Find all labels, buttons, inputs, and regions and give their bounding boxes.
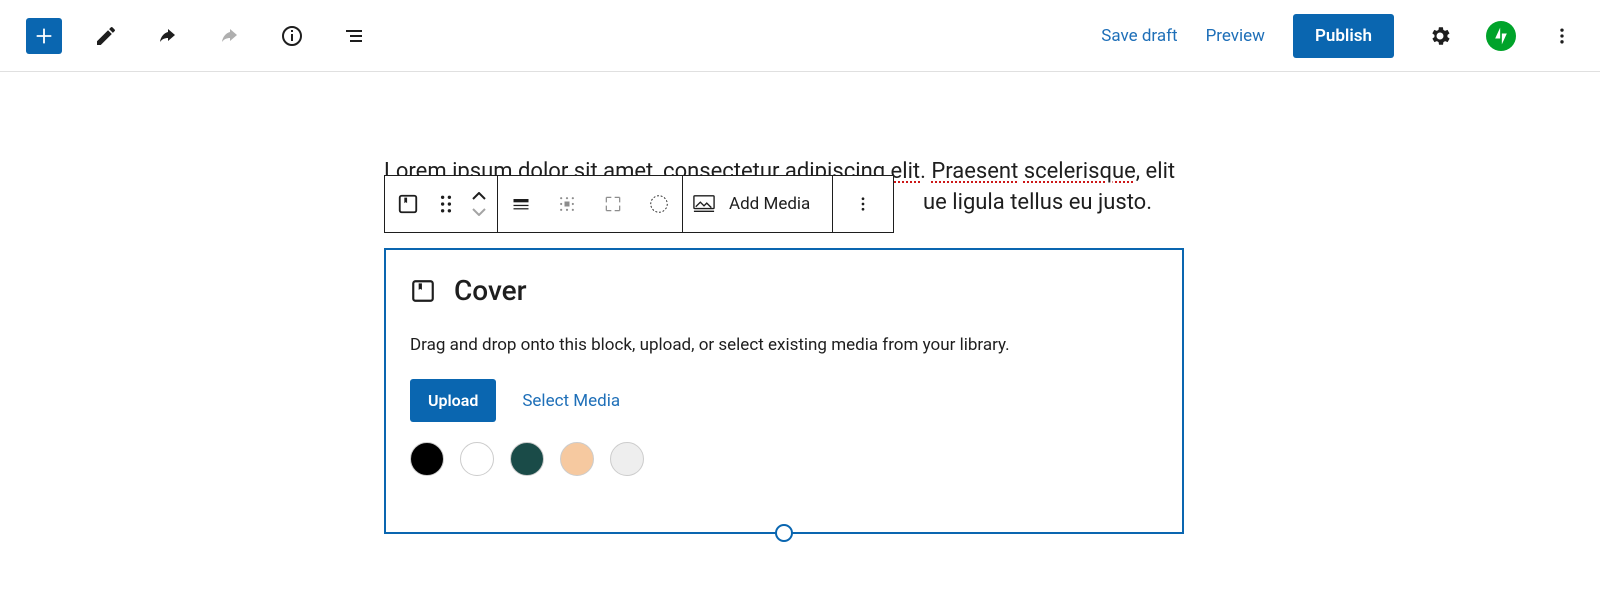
duotone-icon [648,193,670,215]
paragraph-block-line2: ue ligula tellus eu justo. [923,190,1152,215]
undo-button[interactable] [150,18,186,54]
move-buttons [461,176,497,232]
topbar-right: Save draft Preview Publish [1101,14,1580,58]
resize-handle[interactable] [775,524,793,542]
save-draft-button[interactable]: Save draft [1101,26,1177,46]
color-swatch[interactable] [560,442,594,476]
text: . [920,159,931,184]
cover-actions: Upload Select Media [410,379,1158,422]
block-toolbar: Add Media [384,175,894,233]
color-swatches [410,442,1158,476]
info-icon [280,24,304,48]
info-button[interactable] [274,18,310,54]
cover-block-icon [397,193,419,215]
publish-button[interactable]: Publish [1293,14,1394,58]
drag-icon [439,195,453,213]
add-media-label: Add Media [729,194,810,214]
fullheight-button[interactable] [590,176,636,232]
jetpack-icon [1491,26,1511,46]
media-icon [693,194,715,214]
fullheight-icon [603,194,623,214]
drag-handle[interactable] [431,176,461,232]
jetpack-button[interactable] [1486,21,1516,51]
outline-icon [342,24,366,48]
chevron-up-icon[interactable] [472,192,486,200]
color-swatch[interactable] [410,442,444,476]
block-type-button[interactable] [385,176,431,232]
add-media-button[interactable]: Add Media [683,176,832,232]
topbar-left [26,18,372,54]
cover-header: Cover [410,274,1158,307]
more-options-button[interactable] [1544,18,1580,54]
color-swatch[interactable] [460,442,494,476]
preview-button[interactable]: Preview [1206,26,1265,46]
edit-button[interactable] [88,18,124,54]
pencil-icon [94,24,118,48]
redo-icon [218,24,242,48]
color-swatch[interactable] [510,442,544,476]
kebab-icon [854,195,872,213]
editor-topbar: Save draft Preview Publish [0,0,1600,72]
kebab-icon [1552,26,1572,46]
outline-button[interactable] [336,18,372,54]
align-icon [511,194,531,214]
misspelling: Praesent [931,159,1018,184]
misspelling: elit [891,159,921,184]
chevron-down-icon[interactable] [472,208,486,216]
cover-title: Cover [454,274,527,307]
editor-canvas: Lorem ipsum dolor sit amet, consectetur … [0,72,1600,86]
block-more-button[interactable] [833,176,893,232]
content-position-button[interactable] [544,176,590,232]
select-media-button[interactable]: Select Media [522,391,620,411]
plus-icon [33,25,55,47]
cover-block-icon [410,278,436,304]
settings-button[interactable] [1422,18,1458,54]
redo-button[interactable] [212,18,248,54]
add-block-button[interactable] [26,18,62,54]
duotone-button[interactable] [636,176,682,232]
cover-description: Drag and drop onto this block, upload, o… [410,335,1158,355]
text: , elit [1136,159,1175,184]
gear-icon [1428,24,1452,48]
cover-block[interactable]: Cover Drag and drop onto this block, upl… [384,248,1184,534]
color-swatch[interactable] [610,442,644,476]
grid-position-icon [557,194,577,214]
align-button[interactable] [498,176,544,232]
misspelling: scelerisque [1024,159,1136,184]
undo-icon [156,24,180,48]
upload-button[interactable]: Upload [410,379,496,422]
